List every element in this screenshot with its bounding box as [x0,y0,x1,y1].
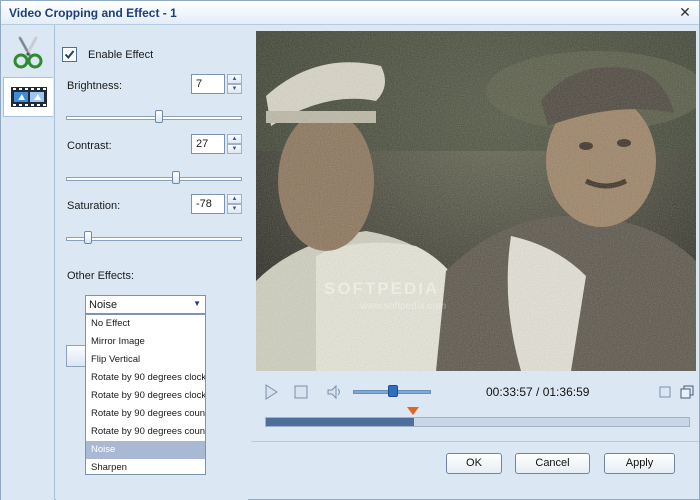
saturation-slider-thumb[interactable] [84,231,92,244]
other-effects-select[interactable]: Noise ▼ [85,295,206,314]
title-bar: Video Cropping and Effect - 1 ✕ [1,1,699,25]
play-button[interactable] [262,383,280,401]
effect-panel: Enable Effect Brightness: 7 ▲ ▼ Contrast… [56,25,248,500]
video-frame-image [256,31,696,371]
window-title: Video Cropping and Effect - 1 [9,6,177,20]
close-button[interactable]: ✕ [677,4,693,20]
enable-effect-label: Enable Effect [88,48,154,61]
brightness-up-button[interactable]: ▲ [227,74,242,84]
saturation-slider-track [66,237,242,241]
saturation-spinner: -78 ▲ ▼ [191,194,242,214]
enable-effect-row: Enable Effect [62,47,153,62]
checkmark-icon [64,50,75,60]
dropdown-option[interactable]: No Effect [86,315,205,333]
scissors-icon [13,36,43,69]
dialog-window: Video Cropping and Effect - 1 ✕ Enable E… [0,0,700,500]
video-preview: SOFTPEDIA www.softpedia.com [256,31,696,371]
other-effects-label: Other Effects: [67,270,135,282]
dropdown-option[interactable]: Rotate by 90 degrees counterclockwise [86,423,205,441]
brightness-slider-track [66,116,242,120]
cancel-button[interactable]: Cancel [515,453,590,474]
tab-strip [1,25,55,500]
player-controls: 00:33:57 / 01:36:59 [256,377,696,407]
contrast-down-button[interactable]: ▼ [227,144,242,154]
brightness-spinner: 7 ▲ ▼ [191,74,242,94]
square-icon [659,386,671,398]
speaker-icon [327,384,340,400]
brightness-slider-thumb[interactable] [155,110,163,123]
obscured-button[interactable] [66,345,86,367]
volume-slider-thumb[interactable] [388,385,398,397]
ok-button[interactable]: OK [446,453,502,474]
dropdown-option[interactable]: Rotate by 90 degrees clockwise [86,369,205,387]
volume-button[interactable] [326,383,344,401]
stop-button[interactable] [292,383,310,401]
contrast-up-button[interactable]: ▲ [227,134,242,144]
dropdown-option[interactable]: Rotate by 90 degrees counterclockwise [86,405,205,423]
other-effects-selected-value: Noise [89,299,118,311]
maximize-icon [680,385,694,399]
contrast-slider-thumb[interactable] [172,171,180,184]
dropdown-option[interactable]: Noise [86,441,205,459]
restore-view-button[interactable] [656,383,674,401]
timeline-progress [266,418,414,426]
time-display: 00:33:57 / 01:36:59 [486,385,590,399]
brightness-down-button[interactable]: ▼ [227,84,242,94]
timeline-track[interactable] [265,417,690,427]
contrast-slider-track [66,177,242,181]
tab-effect[interactable] [3,77,53,117]
watermark-subtext: www.softpedia.com [360,301,447,312]
brightness-slider[interactable] [66,110,242,124]
brightness-label: Brightness: [67,80,123,92]
marker-triangle-icon [407,407,419,415]
watermark-text: SOFTPEDIA [324,279,440,298]
saturation-down-button[interactable]: ▼ [227,204,242,214]
fullscreen-button[interactable] [678,383,696,401]
chevron-down-icon: ▼ [193,299,201,308]
other-effects-dropdown-list: No Effect Mirror Image Flip Vertical Rotate… [85,314,206,475]
dropdown-option[interactable]: Rotate by 90 degrees clockwise [86,387,205,405]
saturation-up-button[interactable]: ▲ [227,194,242,204]
saturation-input[interactable]: -78 [191,194,225,214]
dropdown-option[interactable]: Sharpen [86,459,205,474]
film-effect-icon [10,87,47,107]
contrast-input[interactable]: 27 [191,134,225,154]
play-icon [265,384,278,400]
saturation-label: Saturation: [67,200,121,212]
tab-crop[interactable] [3,29,53,75]
apply-button[interactable]: Apply [604,453,675,474]
contrast-label: Contrast: [67,140,112,152]
saturation-slider[interactable] [66,231,242,245]
timeline [256,405,696,431]
contrast-spinner: 27 ▲ ▼ [191,134,242,154]
contrast-slider[interactable] [66,171,242,185]
enable-effect-checkbox[interactable] [62,47,77,62]
brightness-input[interactable]: 7 [191,74,225,94]
divider [251,441,699,442]
stop-icon [294,385,308,399]
dropdown-option[interactable]: Mirror Image [86,333,205,351]
dropdown-option[interactable]: Flip Vertical [86,351,205,369]
